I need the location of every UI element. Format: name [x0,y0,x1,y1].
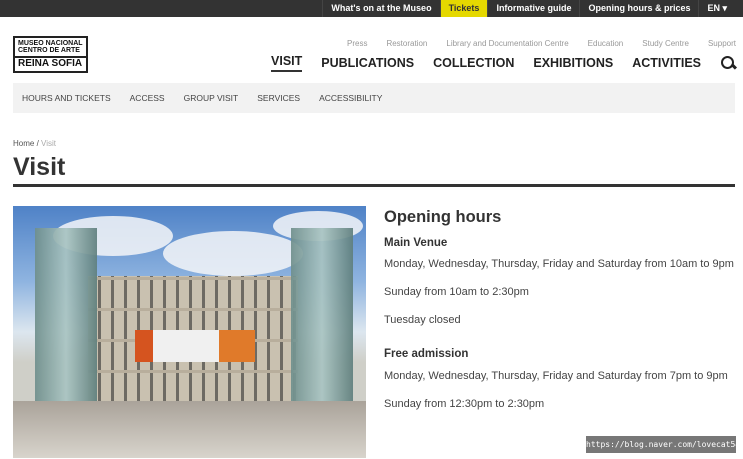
hours-tuesday: Tuesday closed [384,314,461,326]
logo-line3: REINA SOFIA [15,56,86,70]
subnav-accessibility[interactable]: ACCESSIBILITY [319,93,382,103]
nav-library[interactable]: Library and Documentation Centre [446,39,568,48]
subnav-access[interactable]: ACCESS [130,93,165,103]
opening-hours-link[interactable]: Opening hours & prices [579,0,698,17]
subnav-services[interactable]: SERVICES [257,93,300,103]
nav-collection[interactable]: COLLECTION [433,56,514,70]
informative-guide-link[interactable]: Informative guide [487,0,579,17]
nav-restoration[interactable]: Restoration [386,39,427,48]
breadcrumb-current: Visit [41,139,56,148]
subnav-hours-tickets[interactable]: HOURS AND TICKETS [22,93,111,103]
opening-hours-title: Opening hours [384,208,502,226]
hours-sunday: Sunday from 10am to 2:30pm [384,286,529,298]
free-weekdays: Monday, Wednesday, Thursday, Friday and … [384,370,728,382]
visit-subnav: HOURS AND TICKETS ACCESS GROUP VISIT SER… [13,83,735,113]
secondary-nav: Press Restoration Library and Documentat… [347,39,736,48]
nav-activities[interactable]: ACTIVITIES [632,56,701,70]
tickets-link[interactable]: Tickets [439,0,488,17]
free-admission-heading: Free admission [384,348,469,360]
breadcrumb: Home / Visit [13,139,56,148]
whats-on-link[interactable]: What's on at the Museo [322,0,439,17]
nav-publications[interactable]: PUBLICATIONS [321,56,414,70]
page-title: Visit [13,153,66,181]
watermark: https://blog.naver.com/lovecat54 [586,436,740,453]
breadcrumb-home[interactable]: Home [13,139,34,148]
search-icon[interactable] [720,55,736,71]
breadcrumb-separator: / [34,139,42,148]
nav-press[interactable]: Press [347,39,367,48]
museum-building-photo [13,206,366,458]
nav-education[interactable]: Education [588,39,624,48]
nav-visit[interactable]: VISIT [271,54,303,72]
main-venue-heading: Main Venue [384,237,448,249]
language-selector[interactable]: EN ▾ [698,0,735,17]
nav-support[interactable]: Support [708,39,736,48]
logo-line2: CENTRO DE ARTE [18,47,80,54]
title-divider [13,184,735,187]
logo-line1: MUSEO NACIONAL [18,40,83,47]
opening-hours-section: Opening hours Main Venue Monday, Wednesd… [384,208,734,422]
nav-study-centre[interactable]: Study Centre [642,39,689,48]
top-utility-bar: What's on at the Museo Tickets Informati… [0,0,743,17]
main-nav: VISIT PUBLICATIONS COLLECTION EXHIBITION… [271,54,736,72]
nav-exhibitions[interactable]: EXHIBITIONS [533,56,613,70]
hours-weekdays: Monday, Wednesday, Thursday, Friday and … [384,258,734,270]
subnav-group-visit[interactable]: GROUP VISIT [184,93,239,103]
museum-logo[interactable]: MUSEO NACIONAL CENTRO DE ARTE REINA SOFI… [13,36,88,73]
free-sunday: Sunday from 12:30pm to 2:30pm [384,398,545,410]
